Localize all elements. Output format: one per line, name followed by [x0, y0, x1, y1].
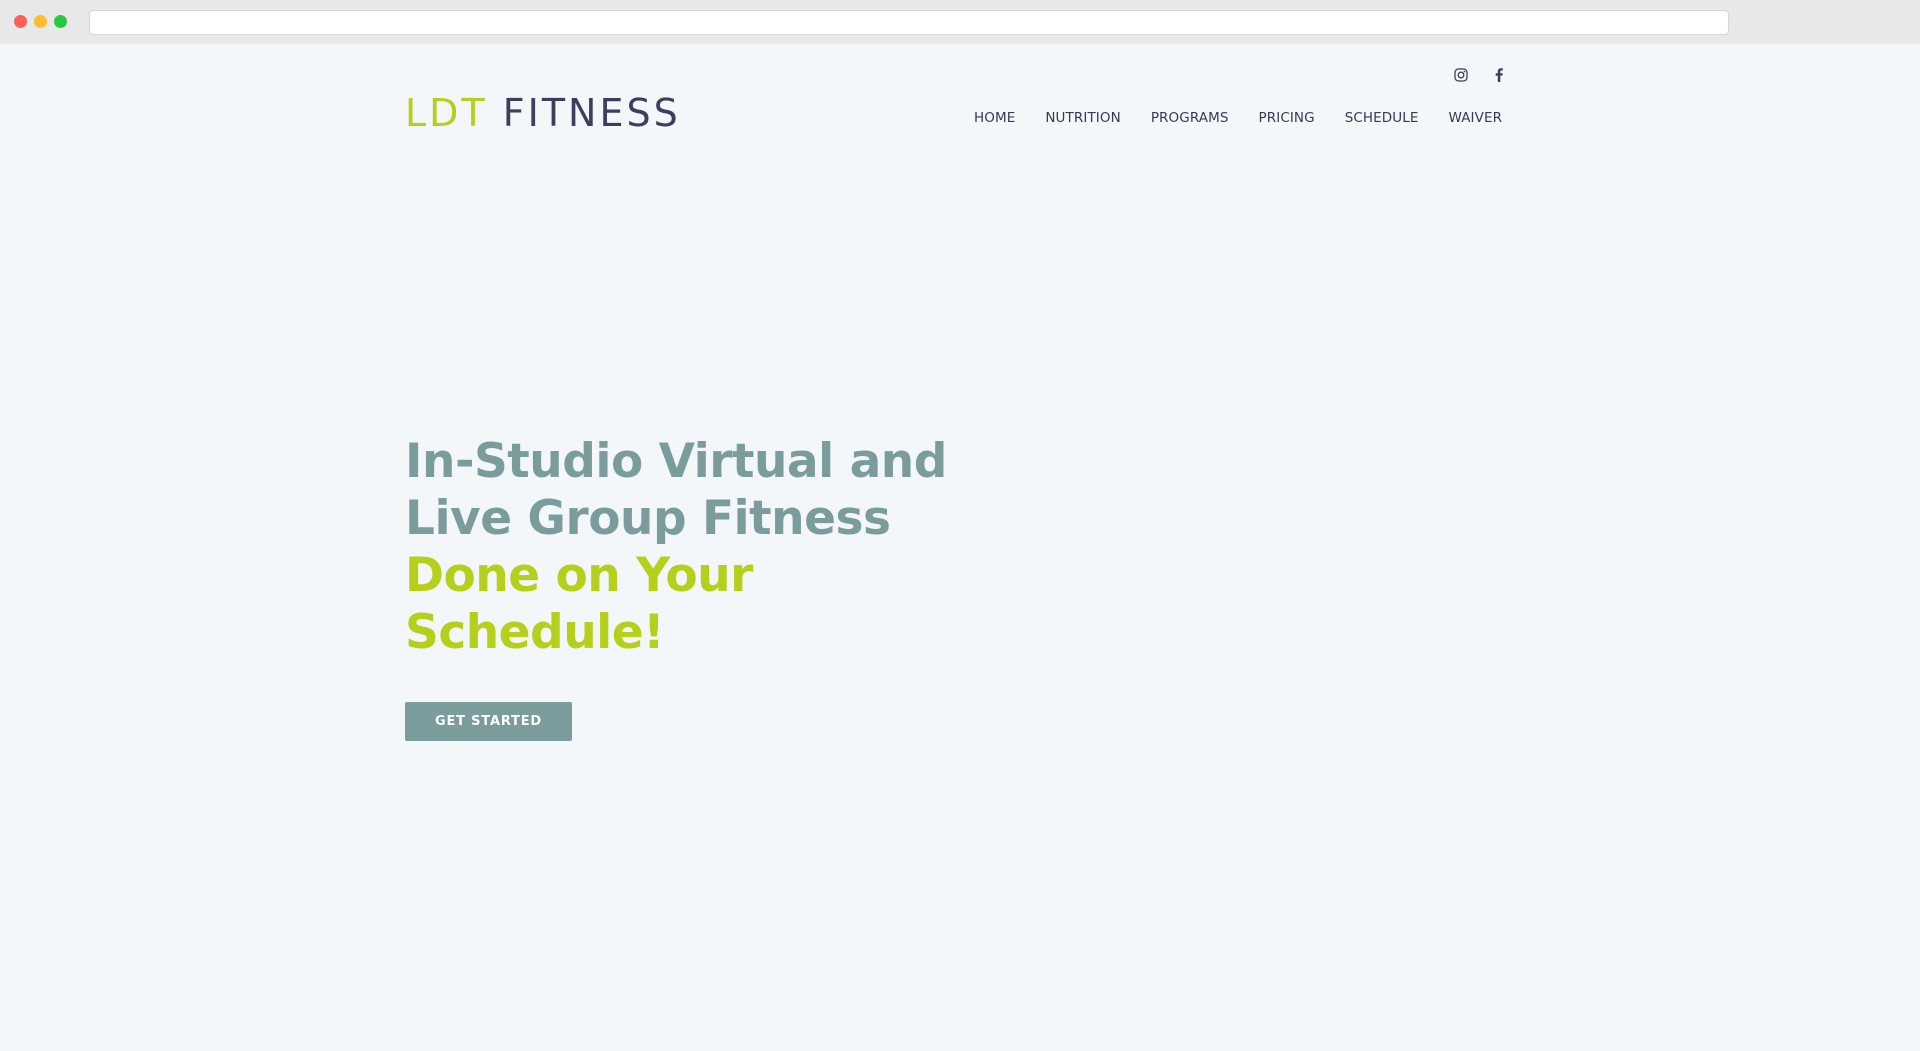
nav-item-nutrition[interactable]: NUTRITION: [1045, 110, 1120, 126]
close-window-button[interactable]: [14, 15, 27, 28]
address-bar[interactable]: [89, 10, 1729, 35]
instagram-icon[interactable]: [1453, 67, 1469, 83]
page-content: LDT FITNESS HOME NUTRITION PROGRAMS PRIC…: [0, 44, 1920, 1051]
maximize-window-button[interactable]: [54, 15, 67, 28]
hero-title-line: Schedule!: [405, 605, 665, 660]
get-started-button[interactable]: GET STARTED: [405, 702, 572, 741]
nav-item-schedule[interactable]: SCHEDULE: [1345, 110, 1419, 126]
logo-text-ldt: LDT: [405, 91, 488, 135]
facebook-icon[interactable]: [1491, 67, 1507, 83]
logo-text-fitness: FITNESS: [502, 91, 681, 135]
main-nav: HOME NUTRITION PROGRAMS PRICING SCHEDULE…: [974, 108, 1502, 128]
nav-item-programs[interactable]: PROGRAMS: [1151, 110, 1229, 126]
hero-title-line: In-Studio Virtual and: [405, 434, 947, 489]
browser-titlebar: [0, 0, 1920, 44]
nav-item-waiver[interactable]: WAIVER: [1449, 110, 1503, 126]
nav-item-pricing[interactable]: PRICING: [1259, 110, 1315, 126]
browser-window: LDT FITNESS HOME NUTRITION PROGRAMS PRIC…: [0, 0, 1920, 1051]
hero-title-line: Done on Your: [405, 548, 753, 603]
minimize-window-button[interactable]: [34, 15, 47, 28]
hero-title-line: Live Group Fitness: [405, 491, 891, 546]
nav-item-home[interactable]: HOME: [974, 110, 1015, 126]
hero-title: In-Studio Virtual and Live Group Fitness…: [405, 433, 1005, 661]
site-logo[interactable]: LDT FITNESS: [405, 91, 681, 135]
